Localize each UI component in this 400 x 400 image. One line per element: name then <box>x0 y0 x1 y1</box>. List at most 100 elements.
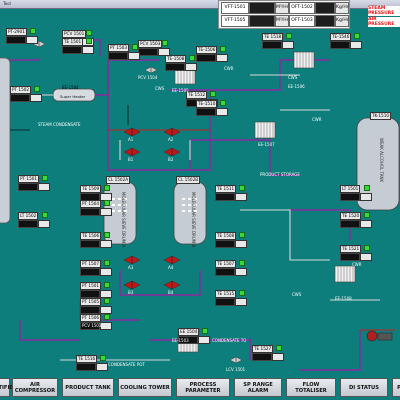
pcv1503-label: PCV 1503 <box>82 323 102 328</box>
instrument-unit-te1515 <box>235 298 247 306</box>
tank-tag: TK-1510 <box>370 112 392 120</box>
air-pressure-alarm[interactable]: AIR PRESSURE <box>368 17 400 27</box>
alarm-ack-icon[interactable] <box>364 185 370 191</box>
valve-a4-label[interactable]: A4 <box>168 265 173 270</box>
nav-process-parameter-button[interactable]: PROCESS PARAMETER <box>176 378 230 397</box>
cooler-ee1507-label: EE-1507 <box>258 142 275 147</box>
alarm-ack-icon[interactable] <box>34 86 40 92</box>
alarm-ack-icon[interactable] <box>220 46 226 52</box>
molecular-sieve-b[interactable] <box>173 181 207 245</box>
nav-air-compressor-button[interactable]: AIR COMPRESSOR <box>12 378 58 397</box>
alarm-ack-icon[interactable] <box>239 232 245 238</box>
cwr-label-2: CWR <box>312 117 322 122</box>
valve-b3-label[interactable]: B3 <box>128 290 133 295</box>
alarm-ack-icon[interactable] <box>189 55 195 61</box>
flow-header-panel: VFT-1501 M³/Hr OFT-1502 Kg/Hr VFT-1505 M… <box>218 0 350 29</box>
instrument-tag-te1510: TE-1510 <box>196 100 218 108</box>
instrument-tag-te1515: TE 1515 <box>215 290 237 298</box>
alarm-ack-icon[interactable] <box>220 100 226 106</box>
instrument-unit-te1521 <box>360 253 372 261</box>
alarm-ack-icon[interactable] <box>202 328 208 334</box>
instrument-tag-te1516: TE 1516 <box>76 355 98 363</box>
alarm-ack-icon[interactable] <box>364 245 370 251</box>
vft1501-tag: VFT-1501 <box>221 2 249 14</box>
alarm-ack-icon[interactable] <box>210 91 216 97</box>
oft1503-tag: OFT-1503 <box>289 15 315 27</box>
alarm-ack-icon[interactable] <box>104 200 110 206</box>
alarm-ack-icon[interactable] <box>239 185 245 191</box>
instrument-value-pt1501 <box>18 183 38 191</box>
nav-sp-range-alarm-button[interactable]: SP RANGE ALARM <box>234 378 282 397</box>
sieve-a-label: MOLECULAR SIEVE DRUM-A <box>121 192 126 248</box>
valve-b4-label[interactable]: B4 <box>168 290 173 295</box>
instrument-tag-pt1504: PT 1504 <box>80 200 102 208</box>
instrument-value-pt1503 <box>108 52 128 60</box>
alarm-ack-icon[interactable] <box>104 314 110 320</box>
valve-b1-label[interactable]: B1 <box>128 157 133 162</box>
alarm-ack-icon[interactable] <box>276 345 282 351</box>
alarm-ack-icon[interactable] <box>42 175 48 181</box>
product-storage-label: PRODUCT STORAGE <box>260 172 300 177</box>
alarm-ack-icon[interactable] <box>162 40 168 46</box>
vft1501-value <box>249 2 275 14</box>
instrument-tag-te1520: TE 1520 <box>340 212 362 220</box>
instrument-value-te1506 <box>196 54 216 62</box>
alarm-ack-icon[interactable] <box>100 355 106 361</box>
steam-pressure-alarm[interactable]: STEAM PRESSURE <box>368 6 400 16</box>
tank-label: WEAK ALCOHOL TANK <box>379 138 384 183</box>
vft1505-tag: VFT-1505 <box>221 15 249 27</box>
instrument-tag-te1512: TE 1512 <box>186 91 208 99</box>
alarm-ack-icon[interactable] <box>104 260 110 266</box>
alarm-ack-icon[interactable] <box>42 212 48 218</box>
nav-di-status-button[interactable]: DI STATUS <box>340 378 388 397</box>
alarm-ack-icon[interactable] <box>354 33 360 39</box>
instrument-unit-te1508b <box>235 240 247 248</box>
valve-a2-label[interactable]: A2 <box>168 137 173 142</box>
instrument-tag-lt1502: LT 1502 <box>18 212 39 220</box>
oft1503-value <box>315 15 335 27</box>
alarm-ack-icon[interactable] <box>104 298 110 304</box>
alarm-ack-icon[interactable] <box>30 28 36 34</box>
instrument-tag-pt1507: PT 1507 <box>80 260 102 268</box>
nav-product-tank-button[interactable]: PRODUCT TANK <box>62 378 114 397</box>
alarm-ack-icon[interactable] <box>239 290 245 296</box>
nav-p-button[interactable]: P <box>392 378 400 397</box>
nav-cooling-tower-button[interactable]: COOLING TOWER <box>118 378 172 397</box>
instrument-tag-te1511: TE 1511 <box>215 185 237 193</box>
alarm-ack-icon[interactable] <box>86 30 92 36</box>
instrument-tag-pcv1503: PCV 1503 <box>138 40 163 48</box>
alarm-ack-icon[interactable] <box>239 260 245 266</box>
instrument-unit-lt1501 <box>360 193 372 201</box>
oft1502-tag: OFT-1502 <box>289 2 315 14</box>
instrument-unit-pt1507 <box>100 268 112 276</box>
pcv1504-label: PCV 1504 <box>138 75 158 80</box>
alarm-ack-icon[interactable] <box>86 38 92 44</box>
instrument-unit-te1520 <box>360 220 372 228</box>
alarm-ack-icon[interactable] <box>132 44 138 50</box>
instrument-unit-te1546 <box>350 41 362 49</box>
alarm-ack-icon[interactable] <box>104 282 110 288</box>
alarm-ack-icon[interactable] <box>104 185 110 191</box>
instrument-value-pt1502 <box>10 94 30 102</box>
alarm-ack-icon[interactable] <box>104 232 110 238</box>
alarm-ack-icon[interactable] <box>286 33 292 39</box>
cws-label-1: CWS <box>155 86 165 91</box>
instrument-value-te1506b <box>80 240 100 248</box>
instrument-value-te1518 <box>262 41 282 49</box>
instrument-tag-te1506: TE-1506 <box>196 46 218 54</box>
valve-a1-label[interactable]: A1 <box>128 137 133 142</box>
valve-a3-label[interactable]: A3 <box>128 265 133 270</box>
cws-label-2: CWS <box>288 75 298 80</box>
pump[interactable] <box>366 330 378 342</box>
nav-rectifier-button[interactable]: RECTIFIER <box>0 378 17 397</box>
cooler-ee1505-label: EE-1505 <box>172 88 189 93</box>
superheater-label: Super Heater <box>60 94 86 99</box>
instrument-value-te1508 <box>165 63 185 71</box>
valve-b2-label[interactable]: B2 <box>168 157 173 162</box>
instrument-unit-pt2901 <box>26 36 38 44</box>
alarm-ack-icon[interactable] <box>364 212 370 218</box>
instrument-unit-te1508 <box>185 63 197 71</box>
superheater-tag: EE-1504 <box>62 85 79 90</box>
instrument-value-te1546 <box>330 41 350 49</box>
nav-flow-totaliser-button[interactable]: FLOW TOTALISER <box>286 378 336 397</box>
